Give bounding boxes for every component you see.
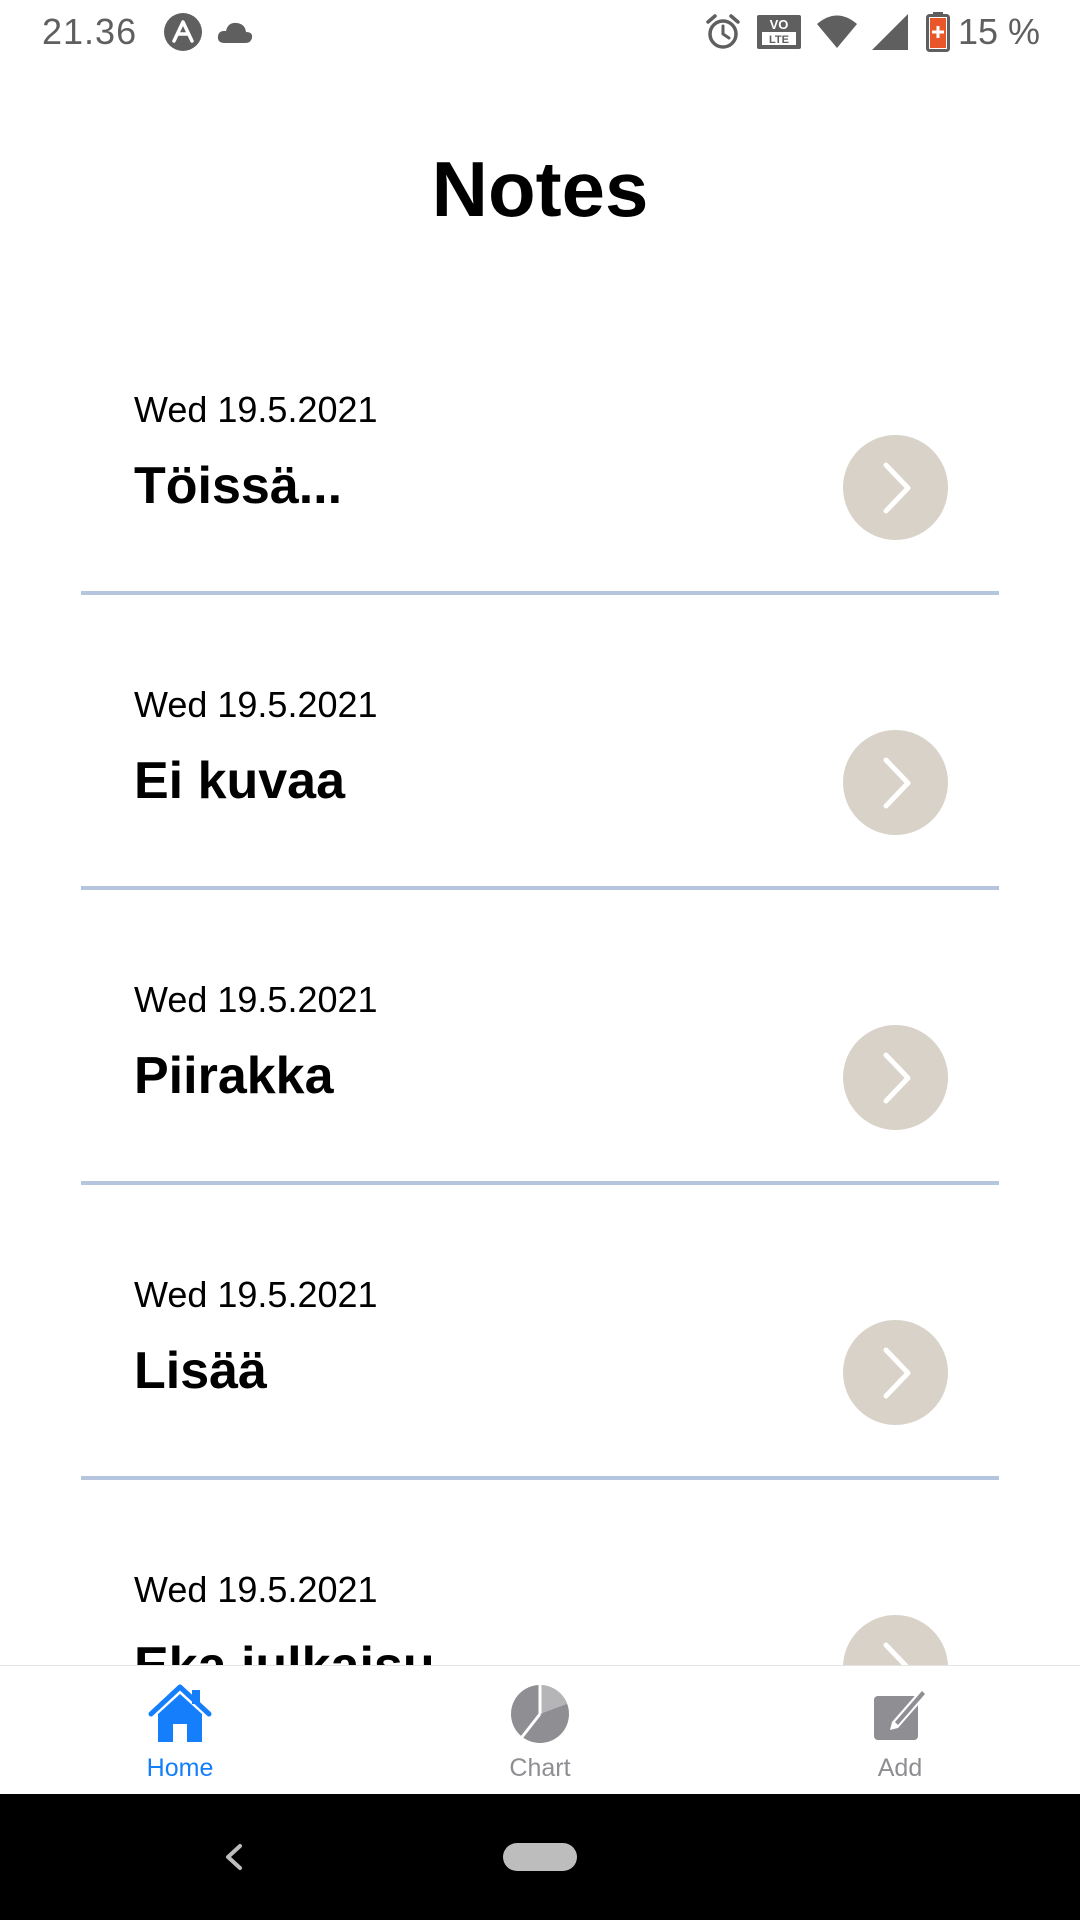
- tab-home[interactable]: Home: [0, 1666, 360, 1794]
- status-bar: 21.36 VO LTE 15 %: [0, 0, 1080, 64]
- note-list-item[interactable]: Wed 19.5.2021 Eka julkaisu: [81, 1480, 999, 1665]
- battery-icon: [925, 12, 950, 52]
- tab-label: Add: [877, 1754, 923, 1782]
- note-title: Piirakka: [134, 1047, 334, 1105]
- pie-chart-icon: [510, 1682, 570, 1746]
- signal-icon: [870, 13, 910, 51]
- open-note-button[interactable]: [843, 435, 948, 540]
- page-title: Notes: [431, 145, 649, 233]
- note-list-item[interactable]: Wed 19.5.2021 Ei kuvaa: [81, 595, 999, 890]
- edit-icon: [870, 1682, 930, 1746]
- tab-chart[interactable]: Chart: [360, 1666, 720, 1794]
- chevron-right-icon: [883, 1052, 910, 1103]
- home-icon: [148, 1682, 212, 1746]
- volte-icon: VO LTE: [756, 14, 802, 50]
- wifi-icon: [816, 15, 858, 49]
- cloud-icon: [215, 19, 255, 45]
- tab-label: Chart: [509, 1754, 571, 1782]
- note-date: Wed 19.5.2021: [134, 1274, 378, 1315]
- chevron-right-icon: [883, 1347, 910, 1398]
- system-navigation-bar: [0, 1794, 1080, 1920]
- note-date: Wed 19.5.2021: [134, 979, 378, 1020]
- tab-add[interactable]: Add: [720, 1666, 1080, 1794]
- alarm-icon: [704, 13, 742, 51]
- status-time: 21.36: [42, 11, 138, 52]
- note-list-item[interactable]: Wed 19.5.2021 Lisää: [81, 1185, 999, 1480]
- note-date: Wed 19.5.2021: [134, 389, 378, 430]
- open-note-button[interactable]: [843, 1025, 948, 1130]
- note-list-item[interactable]: Wed 19.5.2021 Töissä...: [81, 300, 999, 595]
- note-title: Ei kuvaa: [134, 752, 346, 810]
- battery-percent: 15 %: [957, 11, 1040, 52]
- back-icon: [226, 1844, 242, 1870]
- svg-text:LTE: LTE: [769, 34, 789, 46]
- note-date: Wed 19.5.2021: [134, 1569, 378, 1610]
- open-note-button[interactable]: [843, 730, 948, 835]
- note-title: Lisää: [134, 1342, 267, 1400]
- note-title: Töissä...: [134, 457, 343, 515]
- note-date: Wed 19.5.2021: [134, 684, 378, 725]
- open-note-button[interactable]: [843, 1615, 948, 1665]
- svg-text:VO: VO: [770, 17, 789, 32]
- chevron-right-icon: [883, 462, 910, 513]
- tab-label: Home: [146, 1754, 214, 1782]
- note-title: Eka julkaisu: [134, 1636, 435, 1665]
- bottom-tab-bar: Home Chart Add: [0, 1665, 1080, 1794]
- notes-list[interactable]: Wed 19.5.2021 Töissä... Wed 19.5.2021 Ei…: [0, 300, 1080, 1665]
- chevron-right-icon: [883, 757, 910, 808]
- open-note-button[interactable]: [843, 1320, 948, 1425]
- chevron-right-icon: [883, 1642, 909, 1665]
- back-button[interactable]: [218, 1834, 248, 1880]
- home-gesture-handle[interactable]: [503, 1843, 577, 1871]
- app-icon: [163, 12, 203, 52]
- note-list-item[interactable]: Wed 19.5.2021 Piirakka: [81, 890, 999, 1185]
